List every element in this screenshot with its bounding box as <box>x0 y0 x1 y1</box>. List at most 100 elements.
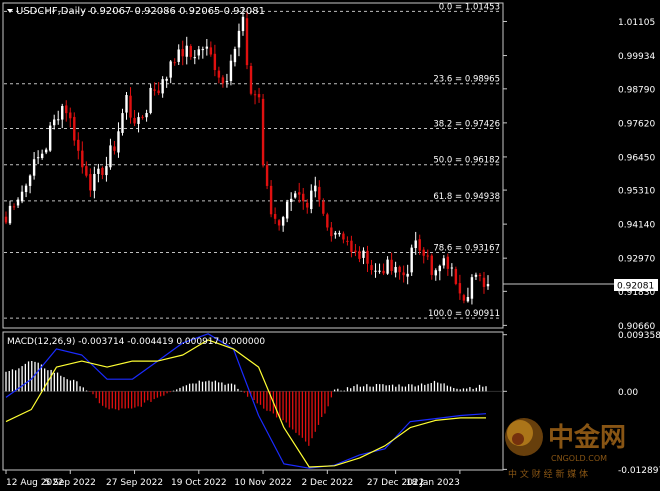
candle-body <box>249 66 253 94</box>
candle-body <box>197 49 201 56</box>
candle-body <box>277 220 281 226</box>
price-axis-label: 0.96450 <box>618 153 655 163</box>
candle-body <box>334 232 337 235</box>
candle-body <box>402 272 405 276</box>
candle-body <box>129 95 132 118</box>
macd-label: MACD(12,26,9) -0.003714 -0.004419 0.0009… <box>7 337 265 347</box>
candle-body <box>454 268 458 284</box>
candle-body <box>137 117 140 124</box>
candle-body <box>141 116 144 118</box>
candle-body <box>362 250 365 258</box>
candle-body <box>273 213 277 219</box>
cngold-slogan: 中 文 财 经 新 媒 体 <box>508 468 588 480</box>
candle-body <box>350 240 353 252</box>
candle-body <box>69 112 72 119</box>
candle-body <box>4 216 8 223</box>
candle-body <box>253 94 257 96</box>
candle-body <box>8 205 12 224</box>
candle-body <box>169 61 172 78</box>
candle-body <box>285 201 289 219</box>
candle-body <box>125 95 128 113</box>
time-axis-label: 2 Dec 2022 <box>301 478 353 488</box>
candle-body <box>478 274 482 277</box>
cngold-domain: CNGOLD.COM <box>551 454 607 463</box>
candle-body <box>85 166 88 176</box>
candle-body <box>61 106 64 120</box>
candle-body <box>330 227 333 237</box>
candle-body <box>149 87 152 113</box>
candle-body <box>458 283 462 294</box>
candle <box>249 62 253 96</box>
candle-body <box>418 239 421 251</box>
candle-body <box>374 270 377 272</box>
symbol-label: USDCHF,Daily <box>16 6 86 17</box>
candle-body <box>145 112 148 118</box>
candle-body <box>24 185 28 193</box>
candle-body <box>173 62 176 64</box>
current-price-label: 0.92081 <box>617 282 654 292</box>
candle-body <box>28 175 32 186</box>
chart-window[interactable]: 0.0 = 1.01453 23.6 = 0.98965 38.2 = 0.9742… <box>0 0 660 491</box>
candle-body <box>370 265 373 271</box>
candle <box>261 93 265 168</box>
candle-body <box>161 79 164 94</box>
candle-body <box>205 46 209 49</box>
candle-body <box>65 105 68 114</box>
candle-body <box>346 240 349 242</box>
candle-body <box>225 81 229 83</box>
candle-body <box>474 274 478 277</box>
candle-body <box>426 255 429 257</box>
candle <box>454 266 458 286</box>
macd-axis-label: 0.00 <box>618 388 638 398</box>
time-axis-label: 27 Sep 2022 <box>106 478 163 488</box>
candle-body <box>422 249 425 256</box>
cngold-logo-core <box>512 433 524 445</box>
chart-header: USDCHF,Daily 0.92067 0.92086 0.92065 0.9… <box>7 6 265 17</box>
time-axis-label: 18 Jan 2023 <box>406 478 460 488</box>
price-axis-label: 0.97620 <box>618 119 655 129</box>
candle-body <box>414 240 417 249</box>
chart-background <box>0 0 660 491</box>
candle-body <box>40 153 44 159</box>
fib-level-label: 0.0 = 1.01453 <box>439 2 500 12</box>
price-axis-label: 0.95310 <box>618 187 655 197</box>
candle-body <box>462 295 466 301</box>
candle-body <box>89 174 92 191</box>
candle-body <box>442 258 446 266</box>
candle-body <box>289 198 293 202</box>
candle-body <box>20 191 24 202</box>
candle-body <box>189 45 192 57</box>
ohlc-values: 0.92067 0.92086 0.92065 0.92081 <box>90 6 265 17</box>
candle-body <box>201 49 205 51</box>
fib-level-label: 38.2 = 0.97426 <box>433 120 500 130</box>
candle-body <box>318 186 321 200</box>
candle-body <box>406 273 409 277</box>
candle <box>265 161 269 190</box>
candle <box>149 84 152 115</box>
candle-body <box>265 165 269 186</box>
candle-body <box>486 284 490 287</box>
fib-level-label: 23.6 = 0.98965 <box>433 75 500 85</box>
time-axis-label: 10 Nov 2022 <box>234 478 292 488</box>
candle-body <box>36 157 40 159</box>
candle-body <box>93 173 96 191</box>
cngold-brand: 中金网 <box>548 422 626 453</box>
price-axis-label: 0.98790 <box>618 85 655 95</box>
candle-body <box>165 78 168 81</box>
candle-body <box>101 167 104 175</box>
candle-body <box>209 47 213 55</box>
candle-body <box>73 116 76 141</box>
candle-body <box>281 217 285 226</box>
candle-body <box>482 277 486 287</box>
candle-body <box>378 270 381 272</box>
candle-body <box>450 267 454 269</box>
candle-body <box>394 266 397 273</box>
candle-body <box>221 77 225 84</box>
candle-body <box>430 255 433 275</box>
candle-body <box>113 146 116 151</box>
candle-body <box>193 57 196 59</box>
candle-body <box>306 202 309 208</box>
time-axis-label: 5 Sep 2022 <box>45 478 96 488</box>
macd-axis-label: 0.009358 <box>618 331 660 341</box>
candle-body <box>257 94 261 98</box>
